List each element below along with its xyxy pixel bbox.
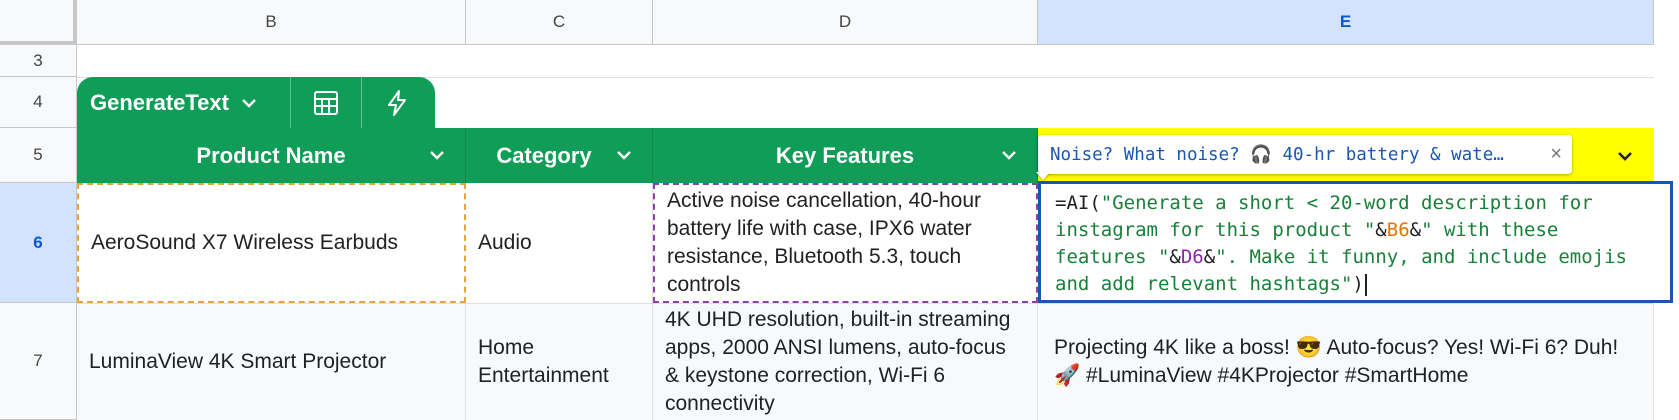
cell-b6[interactable]: AeroSound X7 Wireless Earbuds <box>77 183 466 303</box>
header-category[interactable]: Category <box>466 128 653 183</box>
row-number: 6 <box>33 232 43 252</box>
header-label: Key Features <box>775 142 915 168</box>
cell-e7[interactable]: Projecting 4K like a boss! 😎 Auto-focus?… <box>1038 304 1654 420</box>
cell-text: Home Entertainment <box>478 336 609 387</box>
cell-text: Projecting 4K like a boss! 😎 Auto-focus?… <box>1054 336 1619 387</box>
text-cursor <box>1364 273 1367 296</box>
cell-text: Active noise cancellation, 40-hour batte… <box>667 189 982 296</box>
chevron-down-icon[interactable] <box>614 145 634 165</box>
row-number: 4 <box>33 92 43 111</box>
formula-function: ) <box>1352 273 1364 295</box>
calculator-icon <box>314 90 338 115</box>
table-automation-button[interactable] <box>361 77 432 128</box>
cell-text: Audio <box>478 231 532 254</box>
table-stats-button[interactable] <box>290 77 361 128</box>
cell-b7[interactable]: LuminaView 4K Smart Projector <box>77 304 466 420</box>
chevron-down-icon <box>242 98 256 108</box>
chevron-down-icon[interactable] <box>999 145 1019 165</box>
table-tab[interactable]: GenerateText <box>77 77 435 128</box>
row-number: 5 <box>33 145 43 164</box>
chevron-down-icon[interactable] <box>427 145 447 165</box>
header-label: Category <box>496 142 592 168</box>
row-header-5[interactable]: 5 <box>0 128 77 183</box>
formula-operator: & <box>1169 246 1181 268</box>
header-product-name[interactable]: Product Name <box>77 128 466 183</box>
cell-d7[interactable]: 4K UHD resolution, built-in streaming ap… <box>653 304 1038 420</box>
formula-cell-ref: B6 <box>1386 219 1410 241</box>
cell-c7[interactable]: Home Entertainment <box>466 304 653 420</box>
chevron-down-icon[interactable] <box>1614 145 1636 167</box>
column-letter: B <box>265 12 277 31</box>
column-letter: D <box>838 12 852 31</box>
close-icon[interactable]: × <box>1550 143 1562 166</box>
formula-editor[interactable]: =AI("Generate a short < 20-word descript… <box>1038 181 1673 303</box>
formula-function: =AI( <box>1055 192 1101 214</box>
formula-operator: & <box>1409 219 1422 241</box>
formula-operator: & <box>1203 246 1216 268</box>
table-name-dropdown[interactable]: GenerateText <box>77 90 290 116</box>
row-header-3[interactable]: 3 <box>0 45 77 77</box>
header-key-features[interactable]: Key Features <box>653 128 1038 183</box>
lightning-icon <box>388 89 406 116</box>
column-header-e[interactable]: E <box>1038 0 1654 45</box>
column-letter: E <box>1339 12 1352 31</box>
column-header-c[interactable]: C <box>466 0 653 45</box>
formula-cell-ref: D6 <box>1180 246 1204 268</box>
column-header-b[interactable]: B <box>77 0 466 45</box>
row-number: 7 <box>33 351 43 370</box>
row-header-6[interactable]: 6 <box>0 183 77 303</box>
cell-d6[interactable]: Active noise cancellation, 40-hour batte… <box>653 183 1038 303</box>
row-header-7[interactable]: 7 <box>0 303 77 420</box>
ai-preview-banner[interactable]: Noise? What noise? 🎧 40-hr battery & wat… <box>1038 135 1572 174</box>
table-name: GenerateText <box>90 89 229 115</box>
column-letter: C <box>552 12 566 31</box>
formula-operator: & <box>1375 219 1387 241</box>
column-header-d[interactable]: D <box>653 0 1038 45</box>
cell-text: AeroSound X7 Wireless Earbuds <box>91 231 398 254</box>
cell-text: LuminaView 4K Smart Projector <box>89 350 387 373</box>
header-label: Product Name <box>196 142 346 168</box>
row-number: 3 <box>33 50 43 70</box>
select-all-corner[interactable] <box>0 0 77 45</box>
ai-preview-text: Noise? What noise? 🎧 40-hr battery & wat… <box>1050 144 1504 165</box>
cell-c6[interactable]: Audio <box>466 183 653 303</box>
banner-pointer <box>1036 172 1050 180</box>
cell-text: 4K UHD resolution, built-in streaming ap… <box>665 308 1011 415</box>
row-header-4[interactable]: 4 <box>0 77 77 128</box>
